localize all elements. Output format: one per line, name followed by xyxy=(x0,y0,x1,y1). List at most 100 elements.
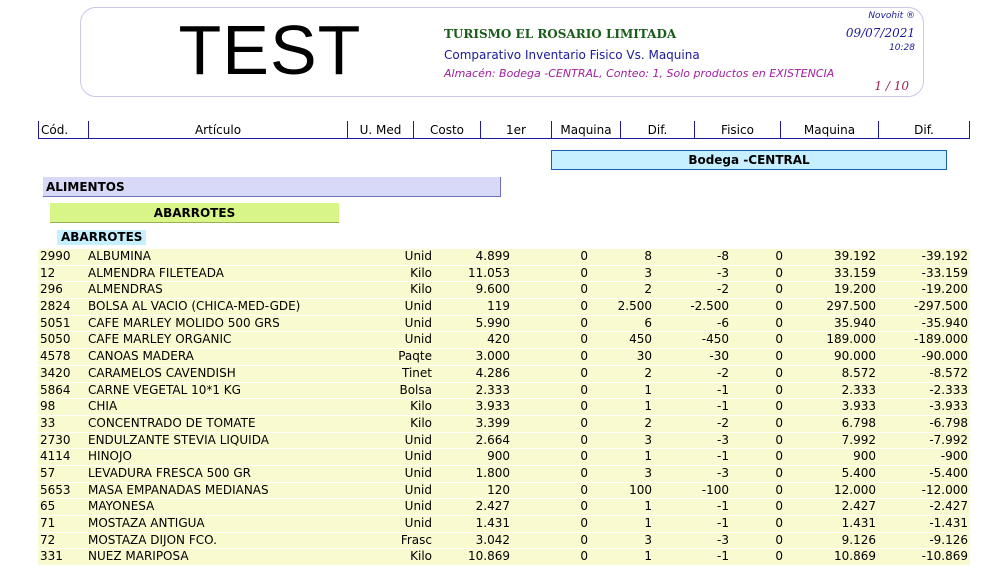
cell-maquina-qty: 1 xyxy=(644,399,652,414)
col-header-fisico: Fisico xyxy=(694,121,780,139)
cell-first: 0 xyxy=(580,499,588,514)
cell-dif-value: -35.940 xyxy=(921,315,968,330)
cell-first: 0 xyxy=(580,432,588,447)
cell-maquina-qty: 6 xyxy=(644,315,652,330)
cell-code: 98 xyxy=(40,399,56,414)
table-row: 3420 CARAMELOS CAVENDISH Tinet 4.286 0 2 -2 0 8.… xyxy=(38,365,970,383)
cell-dif-value: -189.000 xyxy=(914,332,968,347)
cell-cost: 10.869 xyxy=(468,549,510,564)
table-row: 5051 CAFE MARLEY MOLIDO 500 GRS Unid 5.990 0… xyxy=(38,315,970,333)
cell-cost: 4.899 xyxy=(475,249,510,263)
report-time: 10:28 xyxy=(889,43,915,53)
cell-name: BOLSA AL VACIO (CHICA-MED-GDE) xyxy=(88,299,301,314)
cell-maquina-qty: 1 xyxy=(644,382,652,397)
table-row: 296 ALMENDRAS Kilo 9.600 0 2 -2 0 19.200 -19.200 xyxy=(38,282,970,300)
cell-dif-value: -6.798 xyxy=(929,415,968,430)
col-header-first: 1er xyxy=(480,121,551,139)
cell-cost: 1.800 xyxy=(475,465,510,480)
cell-first: 0 xyxy=(580,465,588,480)
cell-cost: 4.286 xyxy=(475,365,510,380)
col-header-dif-value: Dif. xyxy=(878,121,970,139)
table-row: 331 NUEZ MARIPOSA Kilo 10.869 0 1 -1 0 10.869 -10… xyxy=(38,549,970,567)
table-row: 4114 HINOJO Unid 900 0 1 -1 0 900 -900 xyxy=(38,449,970,466)
cell-cost: 2.333 xyxy=(475,382,510,397)
cell-maquina-qty: 2.500 xyxy=(617,299,652,314)
table-row: 12 ALMENDRA FILETEADA Kilo 11.053 0 3 -3 0 33.15… xyxy=(38,265,970,283)
table-row: 71 MOSTAZA ANTIGUA Unid 1.431 0 1 -1 0 1.431 -1.4… xyxy=(38,516,970,533)
cell-first: 0 xyxy=(580,282,588,297)
cell-first: 0 xyxy=(580,516,588,530)
cell-code: 5050 xyxy=(40,332,71,347)
cell-code: 2730 xyxy=(40,432,71,447)
cell-code: 2824 xyxy=(40,299,71,314)
cell-name: MOSTAZA DIJON FCO. xyxy=(88,532,217,547)
col-header-dif-qty: Dif. xyxy=(620,121,694,139)
cell-name: ALMENDRAS xyxy=(88,282,163,297)
col-header-maquina-qty: Maquina xyxy=(551,121,620,139)
cell-dif-value: -297.500 xyxy=(914,299,968,314)
cell-first: 0 xyxy=(580,349,588,364)
cell-name: CANOAS MADERA xyxy=(88,349,194,364)
cell-first: 0 xyxy=(580,332,588,347)
cell-maquina-qty: 3 xyxy=(644,532,652,547)
cell-dif-qty: -450 xyxy=(701,332,729,347)
cell-name: CAFE MARLEY MOLIDO 500 GRS xyxy=(88,315,280,330)
cell-cost: 9.600 xyxy=(475,282,510,297)
cell-dif-qty: -2 xyxy=(717,365,729,380)
cell-code: 331 xyxy=(40,549,63,564)
cell-dif-qty: -3 xyxy=(717,465,729,480)
cell-cost: 119 xyxy=(487,299,510,314)
cell-dif-value: -12.000 xyxy=(921,482,968,497)
report-date: 09/07/2021 xyxy=(845,26,915,40)
table-row: 33 CONCENTRADO DE TOMATE Kilo 3.399 0 2 -2 0 6.7… xyxy=(38,415,970,433)
cell-maquina-qty: 1 xyxy=(644,549,652,564)
table-row: 98 CHIA Kilo 3.933 0 1 -1 0 3.933 -3.933 xyxy=(38,399,970,416)
cell-cost: 3.933 xyxy=(475,399,510,414)
table-row: 4578 CANOAS MADERA Paqte 3.000 0 30 -30 0 90.000… xyxy=(38,349,970,366)
cell-dif-qty: -8 xyxy=(717,249,729,263)
subgroup-header: ABARROTES xyxy=(50,203,339,223)
col-header-article: Artículo xyxy=(88,121,347,139)
col-header-um: U. Med xyxy=(347,121,413,139)
cell-maquina-qty: 450 xyxy=(629,332,652,347)
page-indicator: 1 / 10 xyxy=(874,79,909,93)
cell-dif-qty: -1 xyxy=(717,549,729,564)
warehouse-banner: Bodega -CENTRAL xyxy=(551,150,947,170)
table-row: 5653 MASA EMPANADAS MEDIANAS Unid 120 0 100 -1… xyxy=(38,482,970,500)
brand-label: Novohit ® xyxy=(868,11,915,21)
cell-maquina-qty: 2 xyxy=(644,282,652,297)
cell-name: CHIA xyxy=(88,399,118,414)
cell-first: 0 xyxy=(580,382,588,397)
cell-name: HINOJO xyxy=(88,449,132,464)
cell-first: 0 xyxy=(580,532,588,547)
cell-dif-qty: -2.500 xyxy=(690,299,729,314)
cell-dif-value: -900 xyxy=(940,449,968,464)
cell-maquina-qty: 3 xyxy=(644,265,652,280)
table-row: 5864 CARNE VEGETAL 10*1 KG Bolsa 2.333 0 1 -1 0… xyxy=(38,382,970,400)
cell-cost: 3.399 xyxy=(475,415,510,430)
table-row: 57 LEVADURA FRESCA 500 GR Unid 1.800 0 3 -3 0 5.… xyxy=(38,465,970,483)
cell-cost: 120 xyxy=(487,482,510,497)
cell-code: 5653 xyxy=(40,482,71,497)
cell-code: 65 xyxy=(40,499,56,514)
cell-code: 12 xyxy=(40,265,56,280)
cell-code: 4114 xyxy=(40,449,71,464)
cell-code: 5051 xyxy=(40,315,71,330)
cell-first: 0 xyxy=(580,415,588,430)
cell-dif-qty: -1 xyxy=(717,499,729,514)
cell-maquina-qty: 100 xyxy=(629,482,652,497)
cell-dif-qty: -2 xyxy=(717,282,729,297)
cell-dif-value: -33.159 xyxy=(921,265,968,280)
cell-cost: 3.000 xyxy=(475,349,510,364)
cell-name: MAYONESA xyxy=(88,499,155,514)
col-header-cost: Costo xyxy=(413,121,480,139)
cell-code: 57 xyxy=(40,465,56,480)
cell-dif-value: -9.126 xyxy=(929,532,968,547)
cell-dif-value: -3.933 xyxy=(929,399,968,414)
cell-cost: 11.053 xyxy=(468,265,510,280)
cell-first: 0 xyxy=(580,482,588,497)
cell-name: CARAMELOS CAVENDISH xyxy=(88,365,236,380)
cell-first: 0 xyxy=(580,365,588,380)
cell-code: 72 xyxy=(40,532,56,547)
report-subtitle: Almacén: Bodega -CENTRAL, Conteo: 1, Sol… xyxy=(444,67,835,80)
